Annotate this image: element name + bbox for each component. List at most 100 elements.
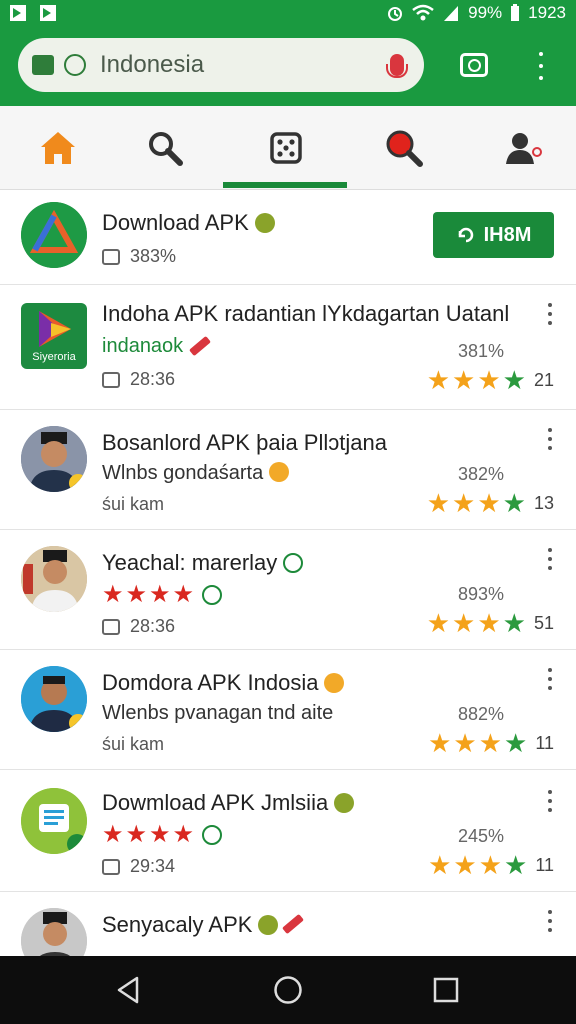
rating: ★ ★ ★ ★ 51 [427,610,554,636]
person-photo-icon [21,546,87,612]
comment-icon [102,371,120,388]
back-button[interactable] [68,956,188,1024]
app-logo [21,202,87,268]
dice-icon [269,132,302,164]
star-icon: ★ [477,488,501,518]
star-icon: ★ [428,728,452,758]
rating: ★ ★ ★ ★ 11 [428,730,554,756]
play-logo-icon [39,311,71,347]
recents-icon [433,977,459,1003]
tab-indicator [223,182,347,188]
signal-icon [444,6,459,21]
recents-button[interactable] [386,956,506,1024]
app-list[interactable]: Download APK 383% IH8M Siyeroria Indoha … [0,190,576,956]
item-meta: 28:36 [130,369,176,389]
star-icon: ★ [428,850,452,880]
tab-discover[interactable] [346,106,461,190]
app-logo: Siyeroria [21,303,87,369]
verified-icon [283,553,304,573]
rating: ★ ★ ★ ★ 13 [427,490,554,516]
item-menu-icon[interactable] [546,303,554,325]
mic-icon[interactable] [386,54,408,78]
list-item[interactable]: Yeachal: marerlay ★★★★ 28:36 893% ★ ★ ★ ★ 5… [0,530,576,650]
item-title: Domdora APK Indosia [102,670,319,695]
item-meta: 28:36 [130,616,176,636]
item-percent: 381% [457,341,504,361]
item-meta: śui kam [102,734,165,754]
app-bar: Indonesia [0,26,576,106]
tab-bar [0,106,576,190]
star-icon: ★ [504,728,528,758]
item-title: Bosanlord APK þaia Pllɔtjana [102,430,387,455]
avatar [21,546,87,612]
overflow-menu-icon[interactable] [530,52,552,80]
tab-account[interactable] [466,106,576,190]
search-red-icon [386,130,423,167]
star-icon: ★ [426,608,451,638]
list-item[interactable]: Dowmload APK Jmlsiia ★★★★ 29:34 245% ★ ★ ★… [0,770,576,892]
emoji-icon [254,213,275,233]
camera-icon[interactable] [460,53,488,77]
clock-icon [64,54,86,76]
item-title: Dowmload APK Jmlsiia [102,790,329,815]
list-item[interactable]: Domdora APK Indosia Wlenbs pvanagan tnd … [0,650,576,770]
avatar [21,908,87,956]
item-title: Senyacaly APK [102,912,253,937]
home-button[interactable] [228,956,348,1024]
star-icon: ★ [452,488,476,518]
item-menu-icon[interactable] [546,428,554,450]
item-meta: 29:34 [130,856,176,876]
emoji-icon [324,673,345,693]
search-bar[interactable]: Indonesia [18,38,424,92]
list-item[interactable]: Siyeroria Indoha APK radantian lYkdagart… [0,285,576,410]
install-button[interactable]: IH8M [433,212,554,258]
install-label: IH8M [483,223,532,246]
item-subtitle: Wlenbs pvanagan tnd aite [102,702,334,724]
emoji-badge-icon [69,474,87,492]
star-icon: ★ [504,850,528,880]
item-subtitle: indanaok [102,335,184,357]
star-icon: ★ [453,850,477,880]
search-icon [148,132,183,166]
star-icon: ★ [502,365,526,395]
item-menu-icon[interactable] [546,668,554,690]
home-circle-icon [274,976,302,1004]
item-subtitle: Wlnbs gondaśarta [102,462,264,484]
tab-games[interactable] [228,106,343,190]
item-percent: 893% [457,584,504,604]
item-percent: 382% [457,464,504,484]
alarm-icon [388,7,403,21]
rating-count: 13 [533,492,554,513]
emoji-badge-icon [69,714,87,732]
clock: 1923 [528,3,566,22]
star-icon: ★ [477,608,501,638]
avatar [21,666,87,732]
comment-icon [102,618,120,635]
tab-home[interactable] [0,106,115,190]
tab-search[interactable] [107,106,222,190]
list-item[interactable]: Download APK 383% IH8M [0,190,576,285]
app-icon [32,55,54,75]
rating: ★ ★ ★ ★ 11 [428,852,554,878]
home-icon [40,132,75,164]
download-badge-icon [67,834,87,854]
person-icon [505,133,542,164]
item-meta: śui kam [102,494,165,514]
item-menu-icon[interactable] [546,790,554,812]
star-icon: ★ [453,728,477,758]
comment-icon [102,858,120,875]
star-icon: ★ [426,488,451,518]
item-menu-icon[interactable] [546,548,554,570]
logo-text: Siyeroria [32,351,76,363]
rating-count: 51 [533,612,554,633]
battery-icon [511,4,520,21]
item-menu-icon[interactable] [546,910,554,932]
avatar [21,426,87,492]
item-title: Yeachal: marerlay [102,550,278,575]
list-item[interactable]: Bosanlord APK þaia Pllɔtjana Wlnbs gonda… [0,410,576,530]
star-icon: ★ [502,608,526,638]
star-icon: ★ [452,608,476,638]
list-item[interactable]: Senyacaly APK [0,892,576,956]
back-icon [117,976,139,1004]
search-query[interactable]: Indonesia [100,51,390,79]
